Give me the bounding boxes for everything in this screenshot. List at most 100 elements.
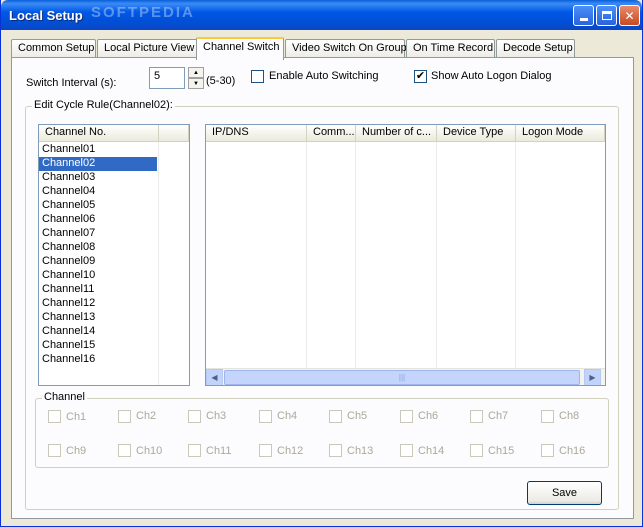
ch3-checkbox[interactable] (188, 410, 201, 423)
channel-no-column-header[interactable]: Channel No. (39, 125, 159, 141)
channel-extra-column-header[interactable] (159, 125, 189, 141)
ch14-checkbox[interactable] (400, 444, 413, 457)
tab-decode-setup[interactable]: Decode Setup (496, 39, 575, 58)
close-button[interactable]: ✕ (619, 5, 640, 26)
local-setup-window: Local Setup SOFTPEDIA ✕ Common Setup Loc… (0, 0, 643, 527)
channel-list-gridline (158, 142, 159, 385)
ch15-label: Ch15 (488, 445, 515, 457)
device-list-gridline (306, 142, 307, 368)
channel-row[interactable]: Channel07 (39, 227, 157, 241)
interval-range-hint: (5-30) (206, 75, 236, 87)
maximize-button[interactable] (596, 5, 617, 26)
ip-dns-column-header[interactable]: IP/DNS (206, 125, 307, 141)
channel-row[interactable]: Channel09 (39, 255, 157, 269)
ch3-label: Ch3 (206, 410, 227, 422)
device-type-column-header[interactable]: Device Type (437, 125, 516, 141)
ch11-checkbox[interactable] (188, 444, 201, 457)
channel-switch-panel: Switch Interval (s): 5 ▲ ▼ (5-30) Enable… (11, 57, 634, 519)
ch2-label: Ch2 (136, 410, 157, 422)
number-of-column-header[interactable]: Number of c... (356, 125, 437, 141)
ch13-checkbox[interactable] (329, 444, 342, 457)
auto-switching-label[interactable]: Enable Auto Switching (269, 70, 378, 82)
auto-logon-checkbox[interactable]: ✔ (414, 70, 427, 83)
ch14-label: Ch14 (418, 445, 445, 457)
minimize-icon (579, 18, 588, 21)
ch4-checkbox[interactable] (259, 410, 272, 423)
ch6-checkbox[interactable] (400, 410, 413, 423)
ch15-checkbox[interactable] (470, 444, 483, 457)
ch16-label: Ch16 (559, 445, 586, 457)
grip-icon: ||| (398, 372, 406, 382)
channel-checkbox-group (35, 398, 609, 468)
channel-row[interactable]: Channel15 (39, 339, 157, 353)
tab-channel-switch[interactable]: Channel Switch (196, 37, 284, 60)
ch9-label: Ch9 (66, 445, 87, 457)
ch13-label: Ch13 (347, 445, 374, 457)
channel-row[interactable]: Channel16 (39, 353, 157, 367)
tab-video-switch-on-group[interactable]: Video Switch On Group (285, 39, 407, 58)
ch4-label: Ch4 (277, 410, 298, 422)
ch12-label: Ch12 (277, 445, 304, 457)
ch10-label: Ch10 (136, 445, 163, 457)
edit-cycle-rule-title: Edit Cycle Rule(Channel02): (32, 99, 175, 111)
checkmark-icon: ✔ (415, 70, 426, 82)
channel-list[interactable]: Channel No. Channel01 Channel02 Channel0… (38, 124, 190, 386)
channel-row[interactable]: Channel03 (39, 171, 157, 185)
auto-logon-label[interactable]: Show Auto Logon Dialog (431, 70, 551, 82)
channel-row[interactable]: Channel06 (39, 213, 157, 227)
interval-spinner: ▲ ▼ (188, 67, 204, 89)
maximize-icon (601, 11, 612, 20)
channel-row[interactable]: Channel11 (39, 283, 157, 297)
ch12-checkbox[interactable] (259, 444, 272, 457)
chevron-right-icon: ▶ (589, 372, 596, 382)
spin-up-button[interactable]: ▲ (188, 67, 204, 78)
channel-row[interactable]: Channel04 (39, 185, 157, 199)
ch9-checkbox[interactable] (48, 444, 61, 457)
channel-row[interactable]: Channel13 (39, 311, 157, 325)
scroll-left-button[interactable]: ◀ (206, 368, 223, 385)
logon-mode-column-header[interactable]: Logon Mode (516, 125, 605, 141)
ch8-label: Ch8 (559, 410, 580, 422)
ch1-checkbox[interactable] (48, 410, 61, 423)
ch10-checkbox[interactable] (118, 444, 131, 457)
channel-row[interactable]: Channel08 (39, 241, 157, 255)
channel-row[interactable]: Channel01 (39, 143, 157, 157)
device-list[interactable]: IP/DNS Comm... Number of c... Device Typ… (205, 124, 606, 386)
tab-local-picture-view[interactable]: Local Picture View (97, 39, 205, 58)
device-list-gridline (436, 142, 437, 368)
channel-group-title: Channel (42, 391, 87, 403)
channel-row-selected[interactable]: Channel02 (39, 157, 157, 171)
ch16-checkbox[interactable] (541, 444, 554, 457)
scroll-right-button[interactable]: ▶ (584, 368, 601, 385)
ch1-label: Ch1 (66, 411, 87, 423)
device-list-gridline (355, 142, 356, 368)
save-button[interactable]: Save (527, 481, 602, 505)
ch6-label: Ch6 (418, 410, 439, 422)
comm-column-header[interactable]: Comm... (307, 125, 356, 141)
ch2-checkbox[interactable] (118, 410, 131, 423)
channel-list-header: Channel No. (39, 125, 189, 142)
close-icon: ✕ (624, 8, 635, 23)
channel-row[interactable]: Channel10 (39, 269, 157, 283)
ch5-label: Ch5 (347, 410, 368, 422)
tab-common-setup[interactable]: Common Setup (11, 39, 96, 58)
auto-switching-checkbox[interactable] (251, 70, 264, 83)
channel-row[interactable]: Channel12 (39, 297, 157, 311)
minimize-button[interactable] (573, 5, 594, 26)
channel-row[interactable]: Channel05 (39, 199, 157, 213)
spin-down-button[interactable]: ▼ (188, 78, 204, 89)
ch5-checkbox[interactable] (329, 410, 342, 423)
scroll-thumb[interactable]: ||| (224, 369, 580, 385)
device-list-header: IP/DNS Comm... Number of c... Device Typ… (206, 125, 605, 142)
switch-interval-input[interactable]: 5 (149, 67, 185, 89)
ch11-label: Ch11 (206, 445, 232, 457)
ch7-label: Ch7 (488, 410, 509, 422)
tab-on-time-record[interactable]: On Time Record (406, 39, 495, 58)
channel-row[interactable]: Channel14 (39, 325, 157, 339)
device-list-hscrollbar[interactable]: ◀ ||| ▶ (206, 368, 605, 385)
ch8-checkbox[interactable] (541, 410, 554, 423)
ch7-checkbox[interactable] (470, 410, 483, 423)
chevron-left-icon: ◀ (211, 372, 218, 382)
watermark: SOFTPEDIA (91, 4, 195, 21)
title-bar[interactable]: Local Setup SOFTPEDIA ✕ (1, 0, 642, 30)
